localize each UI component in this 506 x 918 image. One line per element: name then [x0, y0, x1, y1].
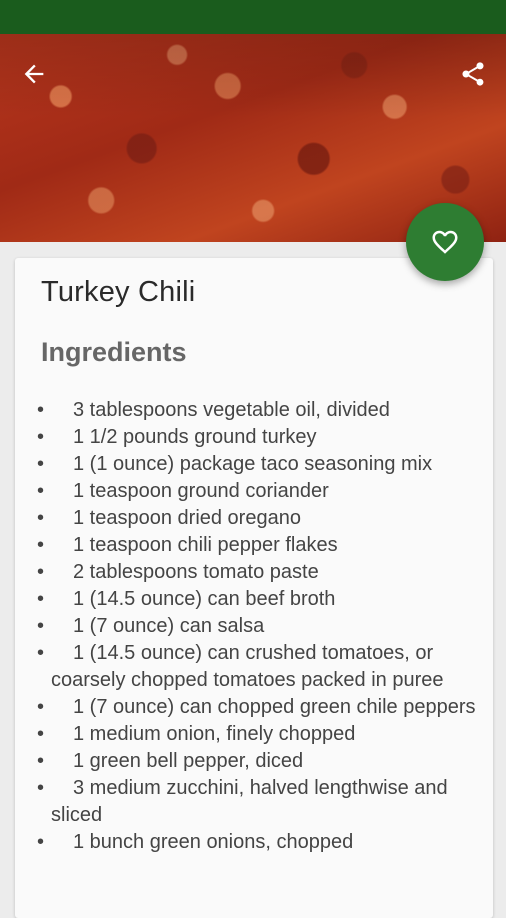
ingredient-text: 1 green bell pepper, diced — [73, 750, 304, 772]
ingredient-item: • 1 teaspoon dried oregano — [37, 505, 487, 532]
ingredient-item: • 2 tablespoons tomato paste — [37, 559, 487, 586]
bullet: • — [37, 777, 45, 799]
bullet: • — [37, 723, 45, 745]
ingredient-text: 1 (14.5 ounce) can beef broth — [73, 588, 336, 610]
bullet: • — [37, 642, 45, 664]
ingredient-text: 1 teaspoon dried oregano — [73, 507, 301, 529]
ingredient-item: • 1 teaspoon ground coriander — [37, 478, 487, 505]
bullet: • — [37, 615, 45, 637]
bullet: • — [37, 831, 45, 853]
back-button[interactable] — [14, 54, 54, 94]
ingredient-item: • 1 (1 ounce) package taco seasoning mix — [37, 451, 487, 478]
ingredient-item: • 1 (14.5 ounce) can beef broth — [37, 586, 487, 613]
ingredient-item: • 3 medium zucchini, halved lengthwise an… — [37, 775, 487, 829]
ingredient-text: 1 (7 ounce) can salsa — [73, 615, 265, 637]
bullet: • — [37, 480, 45, 502]
ingredient-text: 3 medium zucchini, halved lengthwise and… — [51, 777, 448, 826]
recipe-title: Turkey Chili — [41, 276, 196, 308]
recipe-card: Turkey Chili Ingredients • 3 tablespoons … — [15, 258, 493, 918]
bullet: • — [37, 453, 45, 475]
ingredients-heading: Ingredients — [41, 337, 187, 367]
ingredient-text: 1 teaspoon ground coriander — [73, 480, 329, 502]
ingredient-item: • 1 bunch green onions, chopped — [37, 829, 487, 856]
share-icon — [462, 62, 484, 86]
bullet: • — [37, 750, 45, 772]
ingredient-text: 3 tablespoons vegetable oil, divided — [73, 399, 390, 421]
favorite-button[interactable] — [406, 203, 484, 281]
ingredient-text: 1 (7 ounce) can chopped green chile pepp… — [73, 696, 476, 718]
ingredient-text: 1 teaspoon chili pepper flakes — [73, 534, 338, 556]
bullet: • — [37, 399, 45, 421]
ingredient-text: 1 medium onion, finely chopped — [73, 723, 356, 745]
bullet: • — [37, 534, 45, 556]
bullet: • — [37, 561, 45, 583]
ingredient-text: 1 (14.5 ounce) can crushed tomatoes, or … — [51, 642, 444, 691]
ingredient-item: • 1 1/2 pounds ground turkey — [37, 424, 487, 451]
ingredient-item: • 1 medium onion, finely chopped — [37, 721, 487, 748]
ingredient-text: 1 bunch green onions, chopped — [73, 831, 354, 853]
ingredient-text: 1 (1 ounce) package taco seasoning mix — [73, 453, 433, 475]
status-bar — [0, 0, 506, 34]
ingredient-item: • 1 (14.5 ounce) can crushed tomatoes, or… — [37, 640, 487, 694]
share-button[interactable] — [453, 54, 493, 94]
back-arrow-icon — [24, 64, 44, 84]
ingredient-item: • 1 green bell pepper, diced — [37, 748, 487, 775]
ingredient-item: • 1 teaspoon chili pepper flakes — [37, 532, 487, 559]
ingredient-text: 1 1/2 pounds ground turkey — [73, 426, 317, 448]
ingredient-item: • 1 (7 ounce) can salsa — [37, 613, 487, 640]
ingredient-item: • 1 (7 ounce) can chopped green chile pep… — [37, 694, 487, 721]
bullet: • — [37, 426, 45, 448]
heart-outline-icon — [432, 230, 458, 254]
bullet: • — [37, 696, 45, 718]
ingredient-item: • 3 tablespoons vegetable oil, divided — [37, 397, 487, 424]
bullet: • — [37, 507, 45, 529]
bullet: • — [37, 588, 45, 610]
ingredients-list: • 3 tablespoons vegetable oil, divided • 1 … — [37, 397, 487, 856]
ingredient-text: 2 tablespoons tomato paste — [73, 561, 319, 583]
